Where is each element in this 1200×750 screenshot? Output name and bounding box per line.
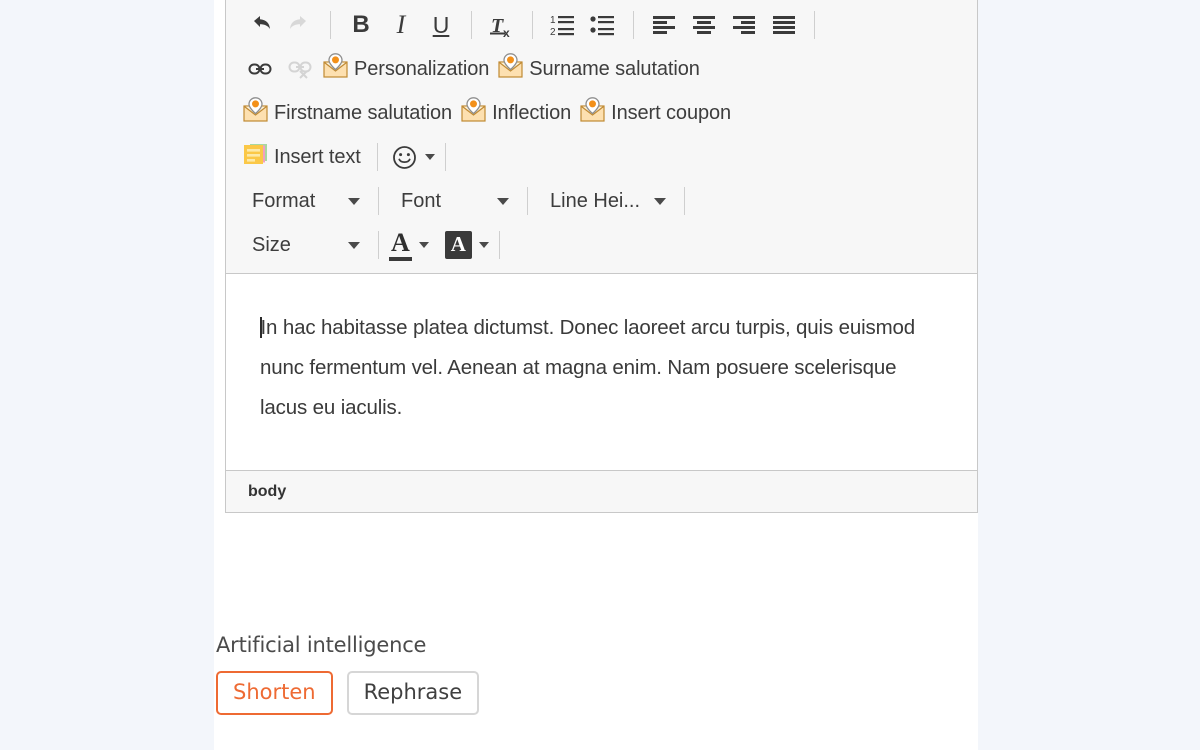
- toolbar-separator: [684, 187, 686, 215]
- toolbar-row-format: Format Font Line Hei...: [226, 179, 977, 223]
- toolbar-row-basic: B I U T x 1 2: [226, 3, 977, 47]
- envelope-pin-icon: [497, 53, 524, 85]
- undo-icon[interactable]: [240, 8, 280, 42]
- background-color-button[interactable]: A: [444, 228, 489, 262]
- toolbar-separator: [444, 143, 446, 171]
- format-select[interactable]: Format: [240, 183, 368, 219]
- toolbar-separator: [330, 11, 331, 39]
- toolbar-row-size-color: Size A A: [226, 223, 977, 267]
- font-select[interactable]: Font: [389, 183, 517, 219]
- envelope-pin-icon: [460, 97, 487, 129]
- link-icon[interactable]: [240, 52, 280, 86]
- editor-toolbar: B I U T x 1 2 Personalization Surname sa…: [226, 0, 977, 274]
- rephrase-button[interactable]: Rephrase: [346, 671, 480, 716]
- bulleted-list-icon[interactable]: [583, 8, 623, 42]
- size-select[interactable]: Size: [240, 227, 368, 263]
- toolbar-row-personalization-2: Firstname salutation Inflection Insert c…: [226, 91, 977, 135]
- chevron-down-icon: [654, 197, 667, 205]
- chevron-down-icon: [478, 242, 489, 248]
- toolbar-row-insert: Insert text: [226, 135, 977, 179]
- envelope-pin-icon: [322, 53, 349, 85]
- body-paragraph[interactable]: In hac habitasse platea dictumst. Donec …: [260, 308, 943, 428]
- svg-text:x: x: [503, 26, 510, 39]
- chevron-down-icon: [497, 197, 509, 205]
- numbered-list-icon[interactable]: 1 2: [543, 8, 583, 42]
- ai-section-title: Artificial intelligence: [216, 633, 427, 657]
- redo-icon[interactable]: [280, 8, 320, 42]
- insert-coupon-label: Insert coupon: [611, 101, 732, 124]
- chevron-down-icon: [418, 242, 429, 248]
- envelope-pin-icon: [579, 97, 606, 129]
- toolbar-separator: [532, 11, 533, 39]
- toolbar-separator: [378, 187, 379, 215]
- text-color-icon: A: [389, 229, 412, 261]
- toolbar-separator: [527, 187, 528, 215]
- chevron-down-icon: [424, 154, 435, 160]
- chevron-down-icon: [348, 241, 360, 249]
- personalization-button[interactable]: Personalization: [320, 52, 495, 86]
- sticky-note-icon: [242, 141, 269, 173]
- inflection-button[interactable]: Inflection: [458, 96, 577, 130]
- inflection-label: Inflection: [492, 101, 572, 124]
- unlink-icon[interactable]: [280, 52, 320, 86]
- text-color-button[interactable]: A: [389, 228, 429, 262]
- shorten-button[interactable]: Shorten: [216, 671, 333, 716]
- align-right-icon[interactable]: [724, 8, 764, 42]
- toolbar-separator: [814, 11, 815, 39]
- personalization-label: Personalization: [354, 57, 490, 80]
- line-height-select[interactable]: Line Hei...: [538, 183, 674, 219]
- background-color-icon: A: [444, 231, 472, 259]
- underline-icon[interactable]: U: [421, 8, 461, 42]
- editor-content-area[interactable]: In hac habitasse platea dictumst. Donec …: [226, 274, 977, 470]
- toolbar-separator: [633, 11, 634, 39]
- line-height-select-label: Line Hei...: [550, 189, 641, 212]
- remove-format-icon[interactable]: T x: [482, 8, 522, 42]
- size-select-label: Size: [252, 233, 291, 256]
- align-justify-icon[interactable]: [764, 8, 804, 42]
- format-select-label: Format: [252, 189, 316, 212]
- insert-coupon-button[interactable]: Insert coupon: [577, 96, 737, 130]
- chevron-down-icon: [348, 197, 360, 205]
- element-path-body[interactable]: body: [248, 483, 286, 501]
- toolbar-separator: [471, 11, 472, 39]
- align-left-icon[interactable]: [644, 8, 684, 42]
- insert-text-button[interactable]: Insert text: [240, 140, 367, 174]
- artificial-intelligence-section: Artificial intelligence Shorten Rephrase: [214, 633, 978, 716]
- firstname-salutation-button[interactable]: Firstname salutation: [240, 96, 458, 130]
- toolbar-separator: [378, 231, 379, 259]
- svg-text:2: 2: [550, 27, 556, 38]
- emoticon-button[interactable]: [388, 140, 438, 174]
- ai-action-buttons: Shorten Rephrase: [214, 671, 978, 716]
- surname-salutation-button[interactable]: Surname salutation: [495, 52, 706, 86]
- toolbar-separator: [376, 143, 378, 171]
- font-select-label: Font: [401, 189, 442, 212]
- envelope-pin-icon: [242, 97, 269, 129]
- surname-salutation-label: Surname salutation: [529, 57, 700, 80]
- italic-icon[interactable]: I: [381, 8, 421, 42]
- element-path-bar: body: [226, 470, 977, 512]
- body-paragraph-text: In hac habitasse platea dictumst. Donec …: [260, 316, 916, 419]
- rich-text-editor: B I U T x 1 2 Personalization Surname sa…: [225, 0, 978, 513]
- svg-text:1: 1: [550, 15, 556, 26]
- bold-icon[interactable]: B: [341, 8, 381, 42]
- align-center-icon[interactable]: [684, 8, 724, 42]
- toolbar-row-personalization-1: Personalization Surname salutation: [226, 47, 977, 91]
- insert-text-label: Insert text: [274, 145, 361, 168]
- firstname-salutation-label: Firstname salutation: [274, 101, 453, 124]
- toolbar-separator: [498, 231, 500, 259]
